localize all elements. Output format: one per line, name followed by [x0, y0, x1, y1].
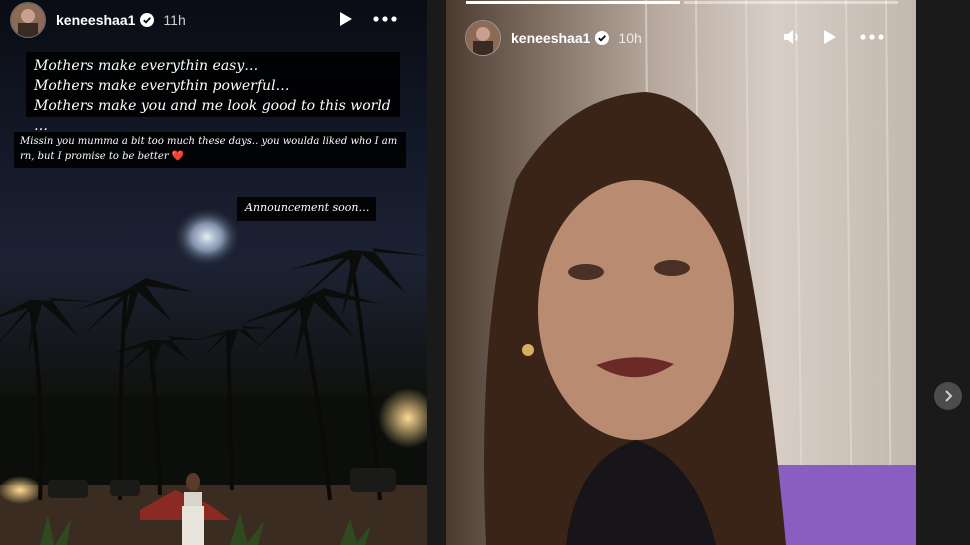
verified-badge-icon: [140, 13, 155, 27]
avatar[interactable]: [10, 2, 46, 38]
caption-announcement: Announcement soon…: [237, 197, 376, 221]
caption-text: Missin you mumma a bit too much these da…: [20, 136, 398, 162]
background-panel: [916, 0, 970, 545]
verified-badge-icon: [595, 31, 610, 45]
caption-mothers: Mothers make everythin easy… Mothers mak…: [26, 52, 400, 134]
story-left[interactable]: keneeshaa1 11h Mothers make everythin ea…: [0, 0, 427, 545]
volume-icon[interactable]: [782, 28, 802, 46]
story-gap: [427, 0, 446, 545]
chevron-right-icon: [945, 390, 953, 402]
story-header: keneeshaa1 11h: [10, 0, 427, 40]
progress-segment-1: [466, 1, 680, 4]
more-options-icon[interactable]: [859, 28, 885, 46]
play-icon[interactable]: [821, 28, 839, 46]
play-icon[interactable]: [337, 10, 355, 28]
progress-fill: [466, 1, 680, 4]
caption-line: Mothers make everythin powerful…: [34, 78, 290, 94]
more-options-icon[interactable]: [372, 10, 398, 28]
username[interactable]: keneeshaa1: [511, 30, 590, 46]
progress-segment-2: [684, 1, 898, 4]
username[interactable]: keneeshaa1: [56, 12, 135, 28]
avatar[interactable]: [465, 20, 501, 56]
story-right[interactable]: keneeshaa1 10h: [446, 0, 916, 545]
avatar-image: [11, 3, 45, 37]
next-story-button[interactable]: [934, 382, 962, 410]
heart-emoji: ❤️: [171, 151, 185, 162]
selfie-video-frame: [484, 0, 916, 545]
avatar-image: [466, 21, 500, 55]
caption-line: Mothers make everythin easy…: [34, 58, 259, 74]
caption-missing-mom: Missin you mumma a bit too much these da…: [14, 132, 406, 168]
story-timestamp: 10h: [618, 30, 642, 46]
story-timestamp: 11h: [163, 12, 186, 28]
story-header: keneeshaa1 10h: [465, 18, 905, 58]
caption-line: Mothers make you and me look good to thi…: [34, 98, 391, 134]
